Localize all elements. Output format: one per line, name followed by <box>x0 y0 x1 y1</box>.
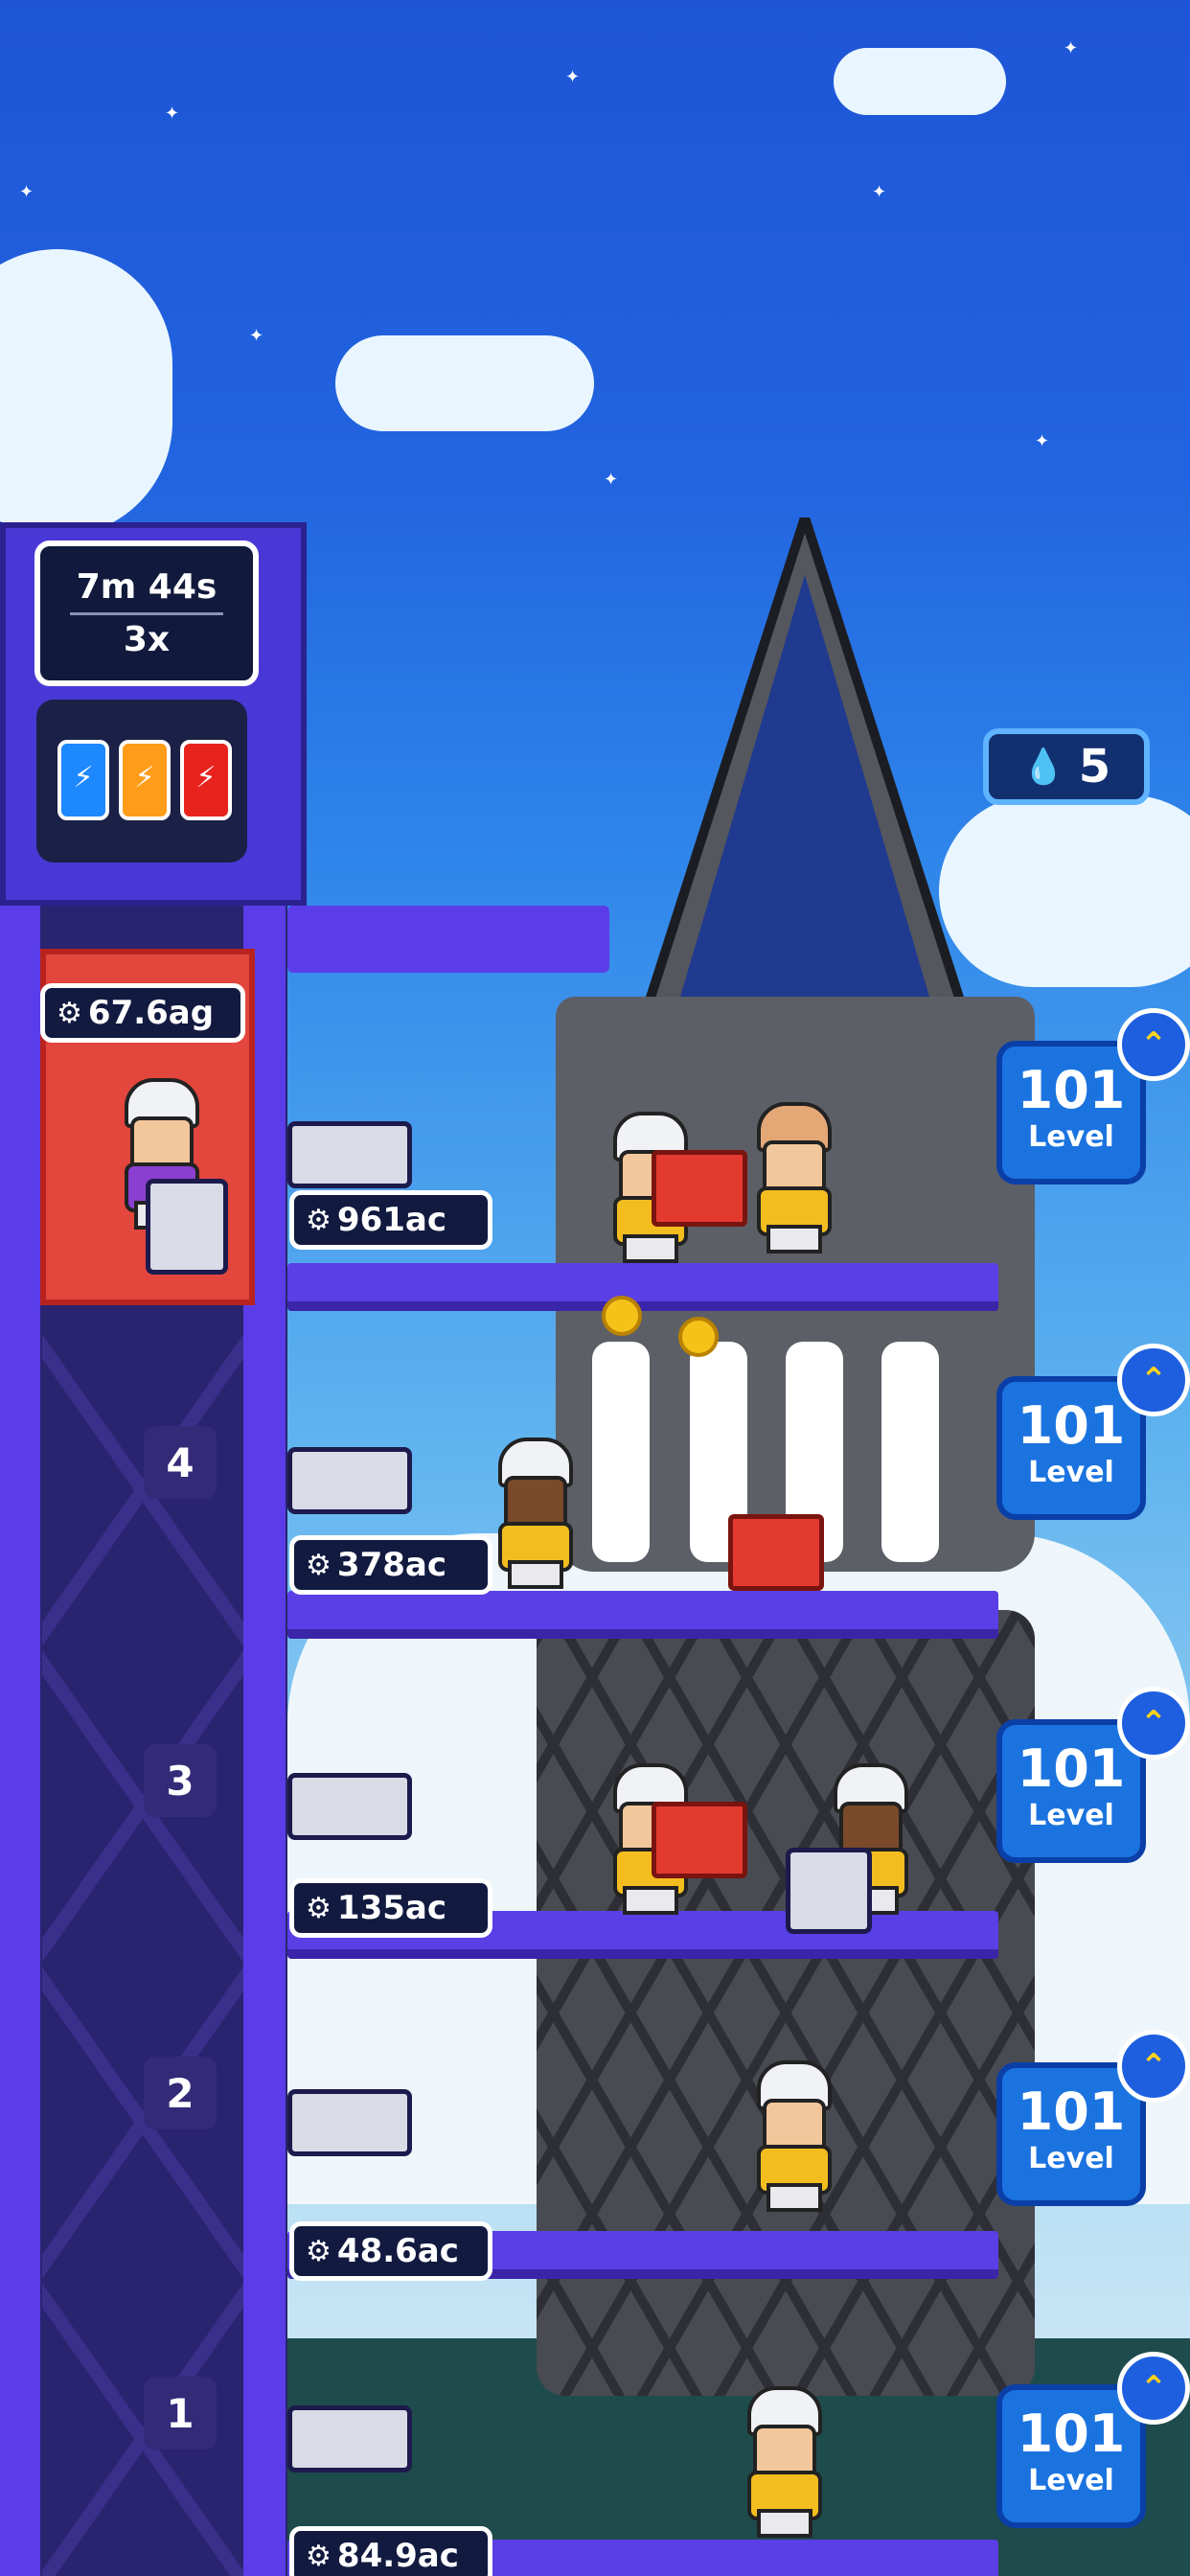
rocket-window <box>881 1342 939 1562</box>
rocket-window <box>592 1342 650 1562</box>
floor-number: 4 <box>144 1426 217 1499</box>
worker <box>747 2060 834 2212</box>
i-beam-icon <box>652 1802 747 1878</box>
floor-number: 2 <box>144 2057 217 2129</box>
storage-pile <box>287 2405 412 2472</box>
level-number: 101 <box>1017 1738 1126 1799</box>
storage-value: 48.6ac <box>336 2232 459 2270</box>
elevator-capacity: ⚙ 67.6ag <box>40 983 245 1043</box>
coin-icon <box>602 1296 642 1336</box>
storage-value: 84.9ac <box>336 2537 459 2575</box>
boost-multiplier: 3x <box>123 619 171 659</box>
rocket-nose-cone <box>627 518 983 1054</box>
worker <box>747 1102 834 1254</box>
storage-value: 961ac <box>336 1201 446 1239</box>
cloud <box>834 48 1006 115</box>
star: ✦ <box>1064 38 1079 58</box>
boost-potions[interactable]: ⚡ ⚡ ⚡ <box>36 700 247 862</box>
gear-icon: ⚙ <box>306 1203 332 1237</box>
level-number: 101 <box>1017 1060 1126 1120</box>
floor-storage[interactable]: ⚙ 84.9ac <box>289 2526 492 2576</box>
orange-potion-icon: ⚡ <box>119 740 171 820</box>
storage-pile <box>287 1773 412 1840</box>
star: ✦ <box>165 104 180 124</box>
floor-platform <box>287 1591 998 1639</box>
level-label: Level <box>1028 1799 1114 1832</box>
gear-icon: ⚙ <box>306 1891 332 1925</box>
storage-value: 135ac <box>336 1889 446 1927</box>
storage-value: 378ac <box>336 1546 446 1584</box>
floor-storage[interactable]: ⚙ 48.6ac <box>289 2221 492 2281</box>
level-label: Level <box>1028 1456 1114 1489</box>
drops-count: 5 <box>1078 740 1111 794</box>
star: ✦ <box>604 470 619 490</box>
double-chevron-up-icon[interactable]: ⌃ <box>1117 1344 1190 1416</box>
top-beam <box>287 906 609 973</box>
tower-column-left <box>0 901 40 2576</box>
red-potion-icon: ⚡ <box>180 740 232 820</box>
star: ✦ <box>872 182 887 202</box>
i-beam-icon <box>728 1514 824 1591</box>
boost-time: 7m 44s <box>76 566 217 607</box>
level-number: 101 <box>1017 2404 1126 2464</box>
gear-icon: ⚙ <box>306 2539 332 2573</box>
elevator-capacity-value: 67.6ag <box>87 994 215 1032</box>
star: ✦ <box>1035 431 1050 451</box>
boost-timer[interactable]: 7m 44s 3x <box>34 540 259 686</box>
double-chevron-up-icon[interactable]: ⌃ <box>1117 2352 1190 2425</box>
water-drop-icon: 💧 <box>1021 748 1065 787</box>
worker <box>738 2386 824 2538</box>
coin-icon <box>678 1317 719 1357</box>
gear-icon: ⚙ <box>306 2234 332 2268</box>
timer-divider <box>70 611 223 615</box>
game-scene: ✦ ✦ ✦ ✦ ✦ ✦ ✦ ✦ 7m 44s 3x ⚡ ⚡ ⚡ ⚙ 67.6ag… <box>0 0 1190 2576</box>
storage-pile <box>287 1121 412 1188</box>
blue-potion-icon: ⚡ <box>57 740 109 820</box>
floor-storage[interactable]: ⚙ 961ac <box>289 1190 492 1250</box>
drops-counter[interactable]: 💧 5 <box>983 728 1150 805</box>
floor-storage[interactable]: ⚙ 135ac <box>289 1878 492 1938</box>
storage-pile <box>287 2089 412 2156</box>
floor-platform <box>287 1263 998 1311</box>
elevator-cargo-icon <box>146 1179 228 1275</box>
floor-number: 3 <box>144 1744 217 1817</box>
star: ✦ <box>19 182 34 202</box>
floor-storage[interactable]: ⚙ 378ac <box>289 1535 492 1595</box>
gear-icon: ⚙ <box>57 996 82 1030</box>
cargo-crate-icon <box>786 1848 872 1934</box>
level-number: 101 <box>1017 1395 1126 1456</box>
cloud <box>335 335 594 431</box>
star: ✦ <box>565 67 581 87</box>
floor-number: 1 <box>144 2377 217 2450</box>
level-number: 101 <box>1017 2082 1126 2142</box>
storage-pile <box>287 1447 412 1514</box>
i-beam-icon <box>652 1150 747 1227</box>
double-chevron-up-icon[interactable]: ⌃ <box>1117 2030 1190 2103</box>
star: ✦ <box>249 326 264 346</box>
level-label: Level <box>1028 2142 1114 2175</box>
cloud <box>0 249 172 537</box>
worker <box>489 1438 575 1589</box>
gear-icon: ⚙ <box>306 1548 332 1582</box>
double-chevron-up-icon[interactable]: ⌃ <box>1117 1008 1190 1081</box>
level-label: Level <box>1028 2464 1114 2497</box>
double-chevron-up-icon[interactable]: ⌃ <box>1117 1687 1190 1760</box>
level-label: Level <box>1028 1120 1114 1154</box>
